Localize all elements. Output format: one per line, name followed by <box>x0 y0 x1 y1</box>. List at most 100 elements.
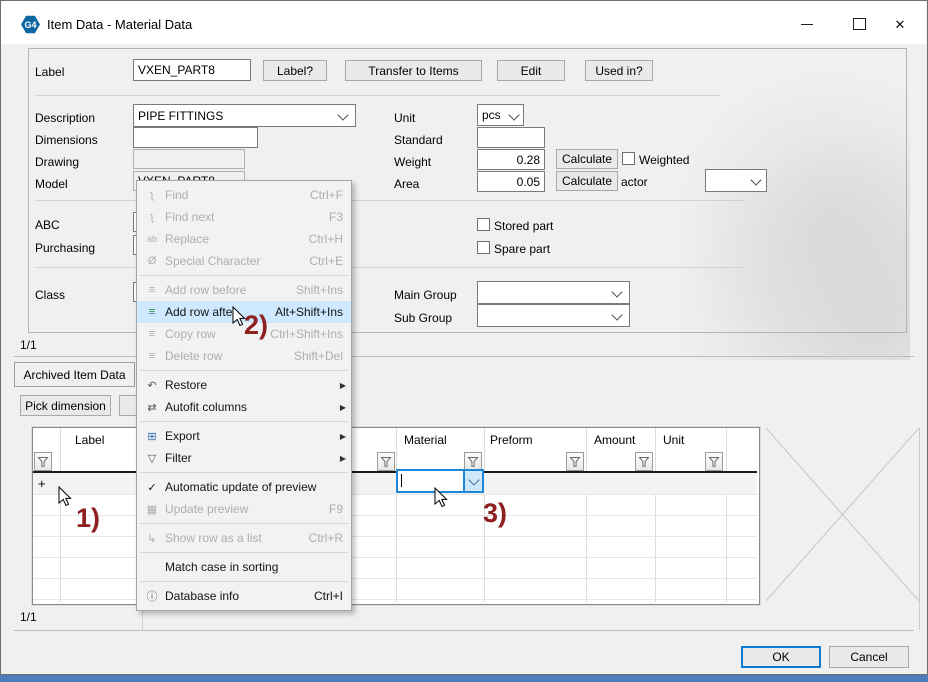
chevron-down-icon <box>337 109 348 120</box>
menu-item-shortcut: F3 <box>329 210 348 224</box>
filter-funnel-button[interactable] <box>635 452 653 471</box>
delete-row-icon: ≡ <box>139 350 165 362</box>
export-icon: ⊞ <box>139 430 165 443</box>
column-header-unit[interactable]: Unit <box>663 433 684 447</box>
title-bar[interactable]: G4 Item Data - Material Data ✕ <box>1 1 926 44</box>
window-title: Item Data - Material Data <box>47 17 192 32</box>
minimize-icon <box>801 24 813 25</box>
mouse-cursor <box>434 487 448 508</box>
stored-part-checkbox[interactable] <box>477 218 490 231</box>
add-row-after-icon: ≡ <box>139 306 165 318</box>
edit-button[interactable]: Edit <box>497 60 565 81</box>
transfer-to-items-button[interactable]: Transfer to Items <box>345 60 482 81</box>
sub-group-combobox[interactable] <box>477 304 630 327</box>
calculate-area-button[interactable]: Calculate <box>556 171 618 191</box>
ok-button[interactable]: OK <box>741 646 821 668</box>
submenu-arrow-icon: ▶ <box>334 403 348 412</box>
minimize-button[interactable] <box>792 11 822 37</box>
menu-item-match-case-in-sorting[interactable]: Match case in sorting <box>137 556 351 578</box>
main-group-combobox[interactable] <box>477 281 630 304</box>
label-label: Label <box>35 65 64 79</box>
pick-dimension-button[interactable]: Pick dimension <box>20 395 111 416</box>
menu-item-automatic-update-of-preview[interactable]: ✓Automatic update of preview <box>137 476 351 498</box>
weight-input[interactable]: 0.28 <box>477 149 545 170</box>
material-editor-dropdown-button[interactable] <box>463 471 482 491</box>
menu-item-replace: abReplaceCtrl+H <box>137 228 351 250</box>
dimensions-input[interactable] <box>133 127 258 148</box>
filter-funnel-button[interactable] <box>705 452 723 471</box>
label-query-button[interactable]: Label? <box>263 60 327 81</box>
close-button[interactable]: ✕ <box>885 11 915 37</box>
new-row-marker[interactable]: + <box>38 476 46 491</box>
menu-item-shortcut: F9 <box>329 502 348 516</box>
area-label: Area <box>394 177 419 191</box>
chevron-down-icon <box>468 474 479 485</box>
column-header-material[interactable]: Material <box>404 433 447 447</box>
chevron-down-icon <box>611 286 622 297</box>
annotation-step-2: 2) <box>244 310 268 341</box>
weight-label: Weight <box>394 155 431 169</box>
column-header-preform[interactable]: Preform <box>490 433 533 447</box>
factor-combobox[interactable] <box>705 169 767 192</box>
used-in-button[interactable]: Used in? <box>585 60 653 81</box>
menu-item-label: Show row as a list <box>165 531 309 545</box>
tab-archived-item-data[interactable]: Archived Item Data <box>14 362 135 387</box>
main-group-label: Main Group <box>394 288 457 302</box>
screen: G4 Item Data - Material Data ✕ Label VXE… <box>0 0 928 682</box>
filter-funnel-icon <box>380 456 392 468</box>
column-header-amount[interactable]: Amount <box>594 433 635 447</box>
maximize-icon <box>853 18 866 30</box>
menu-item-label: Match case in sorting <box>165 560 348 574</box>
spare-part-checkbox[interactable] <box>477 241 490 254</box>
empty-preview-placeholder <box>766 428 919 601</box>
menu-item-shortcut: Shift+Del <box>294 349 348 363</box>
menu-item-shortcut: Ctrl+H <box>309 232 348 246</box>
menu-item-delete-row: ≡Delete rowShift+Del <box>137 345 351 367</box>
menu-item-label: Find <box>165 188 310 202</box>
unit-value: pcs <box>482 108 501 122</box>
menu-item-database-info[interactable]: ⓘDatabase infoCtrl+I <box>137 585 351 607</box>
unit-combobox[interactable]: pcs <box>477 104 524 126</box>
weighted-checkbox[interactable] <box>622 152 635 165</box>
mouse-cursor <box>232 306 246 327</box>
filter-funnel-icon <box>638 456 650 468</box>
filter-funnel-button[interactable] <box>377 452 395 471</box>
menu-separator <box>140 552 348 553</box>
divider <box>919 428 920 630</box>
text-caret <box>401 474 402 487</box>
drawing-input <box>133 149 245 169</box>
menu-item-filter[interactable]: ▽Filter▶ <box>137 447 351 469</box>
menu-item-autofit-columns[interactable]: ⇄Autofit columns▶ <box>137 396 351 418</box>
menu-item-shortcut: Ctrl+I <box>314 589 348 603</box>
purchasing-label: Purchasing <box>35 241 95 255</box>
description-value: PIPE FITTINGS <box>138 109 223 123</box>
chevron-down-icon <box>611 309 622 320</box>
annotation-step-3: 3) <box>483 498 507 529</box>
description-combobox[interactable]: PIPE FITTINGS <box>133 104 356 127</box>
standard-input[interactable] <box>477 127 545 148</box>
maximize-button[interactable] <box>844 11 874 37</box>
menu-item-export[interactable]: ⊞Export▶ <box>137 425 351 447</box>
filter-funnel-icon <box>569 456 581 468</box>
menu-item-restore[interactable]: ↶Restore▶ <box>137 374 351 396</box>
cancel-button[interactable]: Cancel <box>829 646 909 668</box>
menu-separator <box>140 472 348 473</box>
menu-item-label: Automatic update of preview <box>165 480 348 494</box>
dimensions-label: Dimensions <box>35 133 98 147</box>
calculate-weight-button[interactable]: Calculate <box>556 149 618 169</box>
replace-icon: ab <box>139 234 165 244</box>
filter-funnel-icon <box>467 456 479 468</box>
divider <box>35 95 720 96</box>
menu-item-shortcut: Ctrl+R <box>309 531 348 545</box>
filter-funnel-button[interactable] <box>566 452 584 471</box>
area-input[interactable]: 0.05 <box>477 171 545 192</box>
find-next-icon: ʅ <box>139 211 165 223</box>
column-header-label[interactable]: Label <box>75 433 104 447</box>
filter-funnel-button[interactable] <box>34 452 52 471</box>
check-icon: ✓ <box>139 481 165 494</box>
menu-item-label: Replace <box>165 232 309 246</box>
label-input[interactable]: VXEN_PART8 <box>133 59 251 81</box>
model-label: Model <box>35 177 68 191</box>
menu-item-label: Find next <box>165 210 329 224</box>
menu-item-label: Autofit columns <box>165 400 334 414</box>
